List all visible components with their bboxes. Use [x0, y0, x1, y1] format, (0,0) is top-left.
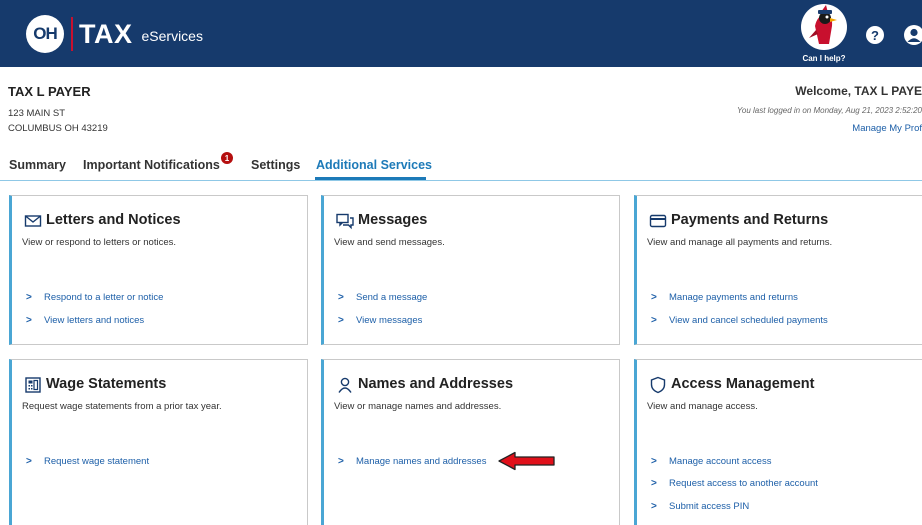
respond-letter-link[interactable]: > Respond to a letter or notice [26, 292, 163, 303]
manage-payments-link[interactable]: > Manage payments and returns [651, 292, 798, 303]
card-title: Letters and Notices [46, 212, 181, 228]
submit-access-pin-link[interactable]: > Submit access PIN [651, 501, 749, 512]
view-scheduled-payments-link[interactable]: > View and cancel scheduled payments [651, 315, 828, 326]
request-wage-statement-link[interactable]: > Request wage statement [26, 456, 149, 467]
tab-important-notifications[interactable]: Important Notifications [83, 158, 220, 172]
manage-names-addresses-link[interactable]: > Manage names and addresses [338, 456, 486, 467]
logo-eservices-text: eServices [141, 28, 203, 44]
request-access-link[interactable]: > Request access to another account [651, 478, 818, 489]
shield-icon [649, 376, 667, 394]
card-access-management: Access Management View and manage access… [634, 359, 922, 525]
chat-bubbles-icon [336, 212, 354, 230]
person-icon [336, 376, 354, 394]
help-assistant-button[interactable]: Can I help? [801, 4, 847, 64]
view-messages-link[interactable]: > View messages [338, 315, 422, 326]
logo-tax-text: TAX [79, 18, 133, 49]
account-address-line1: 123 MAIN ST [8, 108, 66, 119]
card-letters-and-notices: Letters and Notices View or respond to l… [9, 195, 308, 345]
card-title: Messages [358, 212, 428, 228]
card-description: View or respond to letters or notices. [22, 237, 177, 248]
credit-card-icon [649, 212, 667, 230]
manage-account-access-link[interactable]: > Manage account access [651, 456, 771, 467]
envelope-icon [24, 212, 42, 230]
welcome-message: Welcome, TAX L PAYE [795, 84, 922, 98]
send-message-link[interactable]: > Send a message [338, 292, 427, 303]
tab-bar: Summary Important Notifications Settings… [0, 150, 922, 182]
account-name: TAX L PAYER [8, 84, 91, 99]
card-description: View or manage names and addresses. [334, 401, 502, 412]
logo-oh-circle: OH [26, 15, 64, 53]
card-names-and-addresses: Names and Addresses View or manage names… [321, 359, 620, 525]
card-title: Access Management [671, 376, 815, 392]
cardinal-mascot-icon [801, 4, 847, 50]
account-address-line2: COLUMBUS OH 43219 [8, 123, 108, 134]
top-header-bar: OH TAX eServices Can I help? ? [0, 0, 922, 67]
card-wage-statements: Wage Statements Request wage statements … [9, 359, 308, 525]
card-messages: Messages View and send messages. > Send a… [321, 195, 620, 345]
user-circle-icon[interactable] [904, 25, 922, 45]
notification-count-badge: 1 [221, 152, 233, 164]
last-login-text: You last logged in on Monday, Aug 21, 20… [736, 106, 922, 115]
question-circle-icon[interactable]: ? [866, 26, 884, 44]
red-pointer-arrow-icon [497, 451, 557, 471]
calculator-icon [24, 376, 42, 394]
card-title: Names and Addresses [358, 376, 514, 392]
card-payments-and-returns: Payments and Returns View and manage all… [634, 195, 922, 345]
oh-tax-logo[interactable]: OH TAX eServices [26, 15, 203, 53]
card-description: View and send messages. [334, 237, 445, 248]
card-title: Wage Statements [46, 376, 167, 392]
card-title: Payments and Returns [671, 212, 829, 228]
card-description: View and manage access. [647, 401, 758, 412]
view-letters-link[interactable]: > View letters and notices [26, 315, 144, 326]
tab-divider-line [0, 180, 922, 181]
manage-profile-link[interactable]: Manage My Prof [852, 123, 922, 134]
tab-settings[interactable]: Settings [251, 158, 300, 172]
card-description: Request wage statements from a prior tax… [22, 401, 222, 412]
tab-summary[interactable]: Summary [9, 158, 66, 172]
tab-additional-services[interactable]: Additional Services [316, 158, 432, 172]
logo-divider [71, 17, 73, 51]
card-description: View and manage all payments and returns… [647, 237, 833, 248]
help-label: Can I help? [802, 54, 846, 63]
